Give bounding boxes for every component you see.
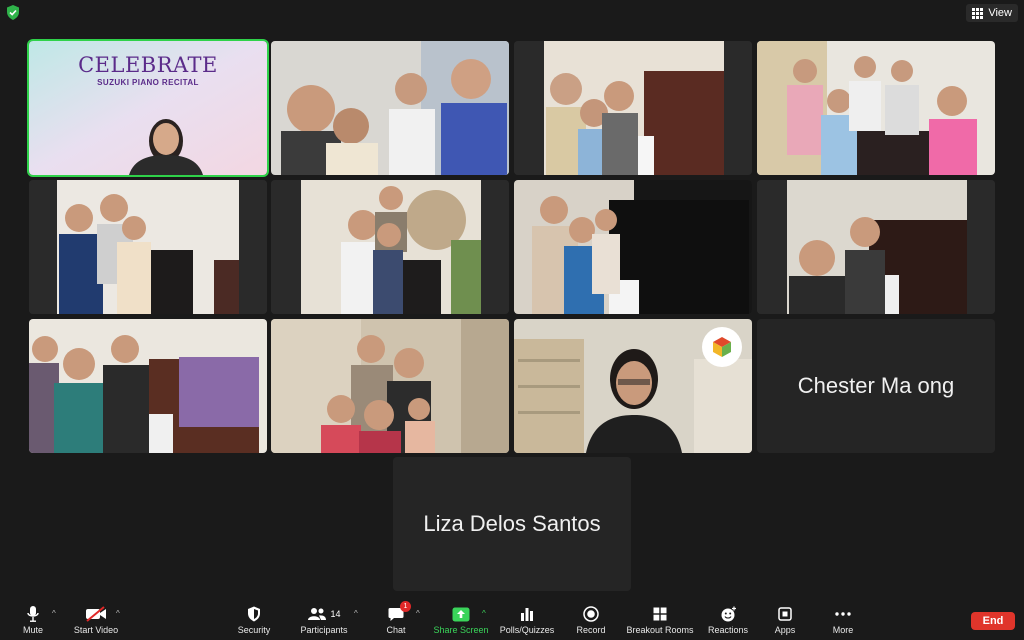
video-feed (271, 180, 509, 314)
video-feed (29, 319, 267, 453)
video-feed (29, 180, 267, 314)
more-dots-icon (835, 612, 851, 616)
video-tile-kids-piano-2[interactable] (271, 180, 509, 314)
microphone-icon (27, 606, 39, 622)
more-button[interactable]: More (803, 604, 883, 635)
share-screen-icon (452, 607, 470, 621)
video-feed (757, 180, 995, 314)
video-feed (514, 180, 752, 314)
video-off-icon (86, 606, 106, 622)
video-tile-family-piano-3[interactable] (29, 319, 267, 453)
view-button[interactable]: View (966, 4, 1018, 22)
video-tile-family-piano-2[interactable] (757, 41, 995, 175)
video-tile-kids-piano-1[interactable] (29, 180, 267, 314)
video-tile-family-group[interactable] (271, 41, 509, 175)
chat-unread-badge: 1 (400, 601, 411, 612)
video-options-caret[interactable]: ^ (116, 609, 120, 618)
name-tile-liza[interactable]: Liza Delos Santos (393, 457, 631, 591)
video-tile-family-living-room[interactable] (271, 319, 509, 453)
bar-chart-icon (521, 608, 533, 621)
reactions-label: Reactions (707, 625, 749, 635)
celebrate-title: CELEBRATE (78, 53, 218, 77)
share-options-caret[interactable]: ^ (482, 609, 486, 618)
video-tile-teacher-bookshelf[interactable] (514, 319, 752, 453)
mute-label: Mute (22, 625, 43, 635)
video-feed (271, 41, 509, 175)
breakout-rooms-icon (653, 607, 667, 621)
chat-label: Chat (386, 625, 406, 635)
name-tile-chester[interactable]: Chester Ma ong (757, 319, 995, 453)
participants-label: Participants (300, 625, 348, 635)
participants-icon (308, 608, 327, 620)
security-button[interactable]: Security (214, 604, 294, 635)
end-meeting-button[interactable]: End (971, 612, 1015, 630)
meeting-toolbar: Mute ^ Start Video ^ Security 14 Partici… (0, 600, 1024, 640)
start-video-button[interactable]: Start Video (56, 604, 136, 635)
video-tile-family-piano-1[interactable] (514, 41, 752, 175)
security-label: Security (237, 625, 271, 635)
video-tile-kids-piano-3[interactable] (514, 180, 752, 314)
participant-name: Liza Delos Santos (423, 511, 601, 536)
video-feed (271, 319, 509, 453)
breakout-rooms-label: Breakout Rooms (626, 625, 694, 635)
record-icon (583, 606, 599, 622)
shield-check-icon[interactable] (6, 5, 20, 20)
participant-name: Chester Ma ong (797, 373, 955, 398)
participants-count: 14 (330, 609, 341, 619)
celebrate-subtitle: SUZUKI PIANO RECITAL (97, 78, 199, 87)
shield-icon (248, 606, 260, 622)
apps-label: Apps (774, 625, 796, 635)
video-tile-duo-piano[interactable] (757, 180, 995, 314)
share-screen-label: Share Screen (433, 625, 489, 635)
record-label: Record (576, 625, 606, 635)
smiley-plus-icon (721, 606, 736, 622)
chat-options-caret[interactable]: ^ (416, 609, 420, 618)
video-feed (757, 41, 995, 175)
apps-icon (778, 607, 792, 621)
cube-logo-icon (713, 337, 731, 357)
participants-button[interactable]: 14 Participants (284, 604, 364, 635)
video-tile-celebrate[interactable]: CELEBRATE SUZUKI PIANO RECITAL (29, 41, 267, 175)
more-label: More (832, 625, 854, 635)
top-bar: View (0, 0, 1024, 26)
grid-view-icon (972, 7, 984, 19)
start-video-label: Start Video (73, 625, 119, 635)
view-label: View (988, 7, 1012, 19)
homeschool-logo (702, 327, 742, 367)
video-feed (514, 41, 752, 175)
record-button[interactable]: Record (551, 604, 631, 635)
polls-label: Polls/Quizzes (499, 625, 555, 635)
